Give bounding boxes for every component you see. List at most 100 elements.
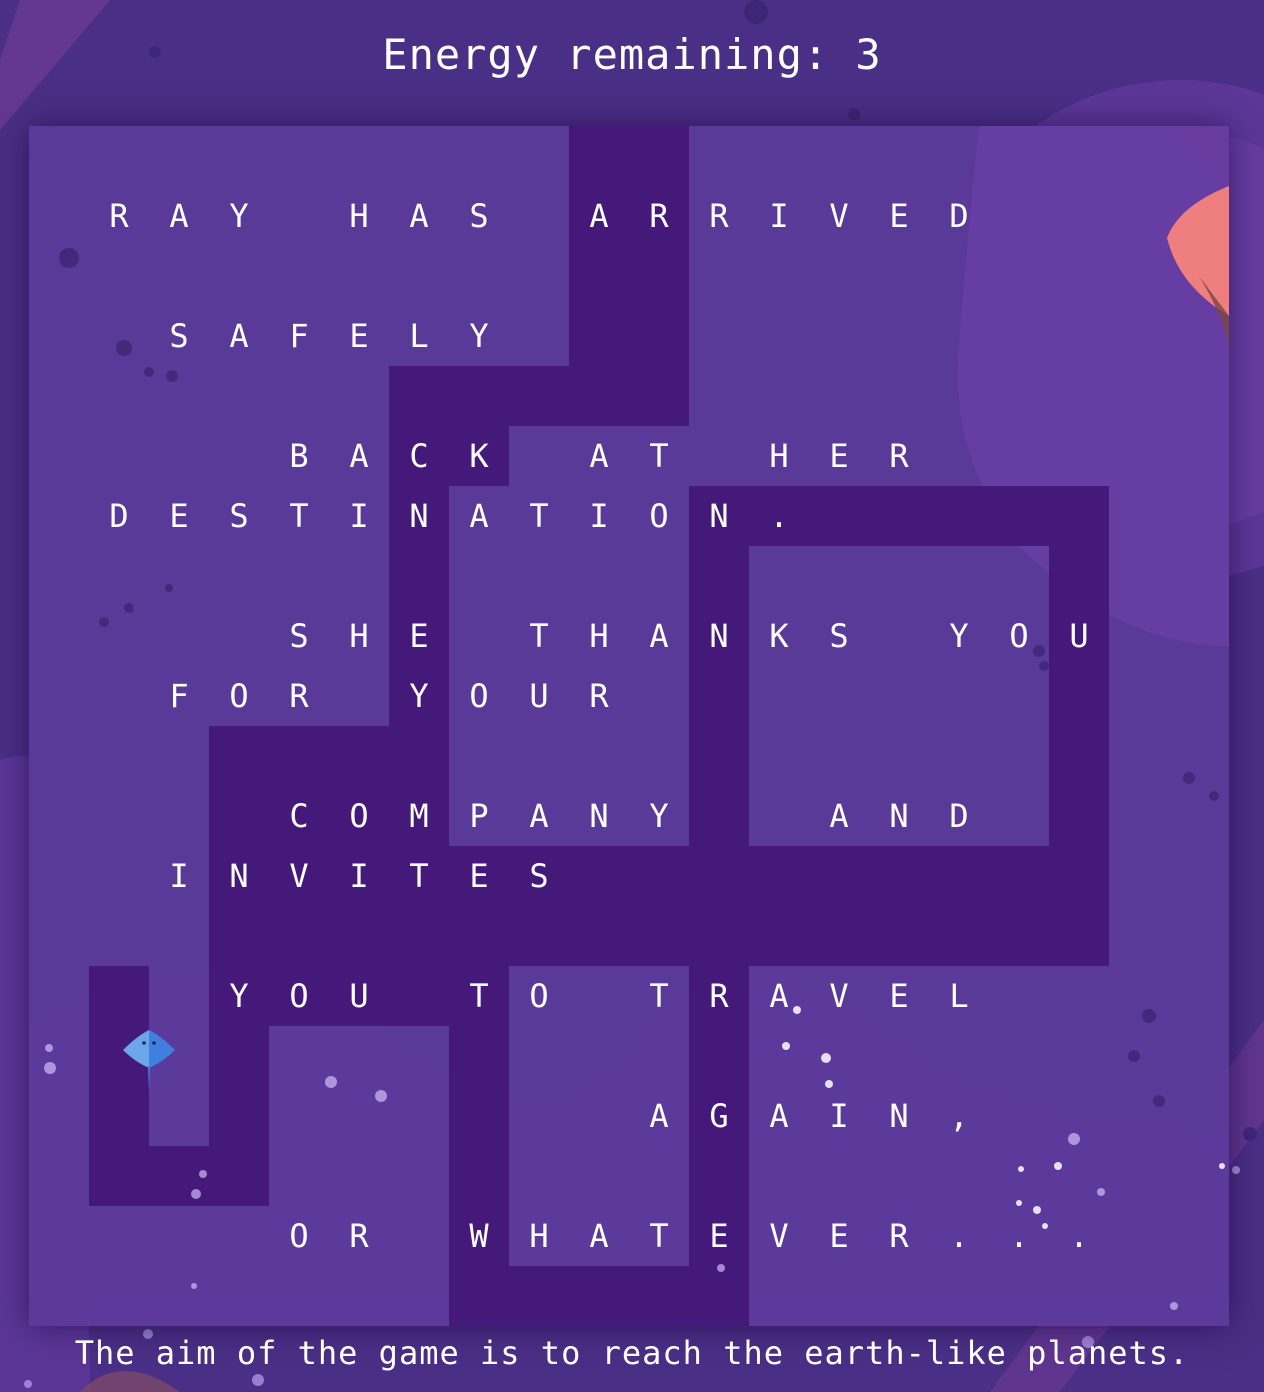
letter-cell[interactable]: E	[869, 966, 929, 1026]
letter-cell[interactable]: F	[149, 666, 209, 726]
letter-cell[interactable]: A	[629, 606, 689, 666]
letter-cell[interactable]: O	[449, 666, 509, 726]
letter-cell[interactable]: R	[689, 966, 749, 1026]
letter-cell[interactable]: I	[329, 846, 389, 906]
letter-cell[interactable]: Y	[629, 786, 689, 846]
letter-cell[interactable]: .	[989, 1206, 1049, 1266]
letter-cell[interactable]: T	[509, 606, 569, 666]
letter-cell[interactable]: A	[749, 966, 809, 1026]
letter-cell[interactable]: T	[449, 966, 509, 1026]
letter-cell[interactable]: N	[689, 486, 749, 546]
letter-cell[interactable]: T	[629, 1206, 689, 1266]
letter-cell[interactable]: A	[809, 786, 869, 846]
letter-cell[interactable]: E	[689, 1206, 749, 1266]
letter-cell[interactable]: E	[809, 1206, 869, 1266]
letter-cell[interactable]: A	[569, 426, 629, 486]
letter-cell[interactable]: N	[869, 786, 929, 846]
letter-cell[interactable]: E	[149, 486, 209, 546]
letter-cell[interactable]: E	[329, 306, 389, 366]
letter-cell[interactable]: S	[509, 846, 569, 906]
letter-cell[interactable]: R	[269, 666, 329, 726]
letter-cell[interactable]: S	[449, 186, 509, 246]
letter-cell[interactable]: U	[509, 666, 569, 726]
letter-cell[interactable]: .	[1049, 1206, 1109, 1266]
letter-cell[interactable]: R	[689, 186, 749, 246]
letter-cell[interactable]: N	[389, 486, 449, 546]
letter-cell[interactable]: T	[269, 486, 329, 546]
letter-cell[interactable]: A	[149, 186, 209, 246]
letter-cell[interactable]: Y	[209, 186, 269, 246]
letter-cell[interactable]: O	[989, 606, 1049, 666]
letter-cell[interactable]: H	[329, 606, 389, 666]
letter-cell[interactable]: Y	[449, 306, 509, 366]
letter-cell[interactable]: E	[869, 186, 929, 246]
letter-cell[interactable]: H	[569, 606, 629, 666]
letter-cell[interactable]: V	[809, 186, 869, 246]
letter-cell[interactable]: K	[449, 426, 509, 486]
letter-cell[interactable]: S	[209, 486, 269, 546]
letter-cell[interactable]: T	[389, 846, 449, 906]
letter-cell[interactable]: R	[869, 426, 929, 486]
letter-cell[interactable]: A	[569, 1206, 629, 1266]
letter-cell[interactable]: I	[329, 486, 389, 546]
letter-cell[interactable]: D	[929, 186, 989, 246]
letter-cell[interactable]: R	[869, 1206, 929, 1266]
letter-cell[interactable]: W	[449, 1206, 509, 1266]
letter-cell[interactable]: A	[509, 786, 569, 846]
letter-cell[interactable]: C	[389, 426, 449, 486]
letter-cell[interactable]: ,	[929, 1086, 989, 1146]
letter-cell[interactable]: U	[329, 966, 389, 1026]
letter-cell[interactable]: H	[749, 426, 809, 486]
letter-cell[interactable]: I	[569, 486, 629, 546]
letter-cell[interactable]: S	[809, 606, 869, 666]
letter-cell[interactable]: A	[449, 486, 509, 546]
letter-cell[interactable]: N	[209, 846, 269, 906]
letter-cell[interactable]: A	[209, 306, 269, 366]
letter-cell[interactable]: I	[149, 846, 209, 906]
letter-cell[interactable]: V	[269, 846, 329, 906]
letter-cell[interactable]: E	[389, 606, 449, 666]
letter-cell[interactable]: N	[569, 786, 629, 846]
letter-cell[interactable]: N	[689, 606, 749, 666]
letter-cell[interactable]: O	[629, 486, 689, 546]
letter-cell[interactable]: .	[929, 1206, 989, 1266]
game-board[interactable]: RAYHASARRIVEDSAFELYBACKATHERDESTINATION.…	[29, 126, 1229, 1326]
letter-cell[interactable]: .	[749, 486, 809, 546]
letter-cell[interactable]: B	[269, 426, 329, 486]
letter-cell[interactable]: R	[569, 666, 629, 726]
letter-cell[interactable]: K	[749, 606, 809, 666]
letter-cell[interactable]: I	[749, 186, 809, 246]
letter-cell[interactable]: R	[629, 186, 689, 246]
letter-cell[interactable]: V	[809, 966, 869, 1026]
letter-cell[interactable]: C	[269, 786, 329, 846]
letter-cell[interactable]: L	[929, 966, 989, 1026]
letter-cell[interactable]: E	[449, 846, 509, 906]
letter-cell[interactable]: F	[269, 306, 329, 366]
letter-cell[interactable]: N	[869, 1086, 929, 1146]
letter-cell[interactable]: G	[689, 1086, 749, 1146]
letter-cell[interactable]: S	[269, 606, 329, 666]
letter-cell[interactable]: D	[89, 486, 149, 546]
letter-cell[interactable]: A	[749, 1086, 809, 1146]
letter-cell[interactable]: O	[509, 966, 569, 1026]
letter-cell[interactable]: E	[809, 426, 869, 486]
letter-cell[interactable]: Y	[389, 666, 449, 726]
letter-cell[interactable]: D	[929, 786, 989, 846]
letter-cell[interactable]: A	[389, 186, 449, 246]
letter-cell[interactable]: L	[389, 306, 449, 366]
letter-cell[interactable]: M	[389, 786, 449, 846]
letter-cell[interactable]: P	[449, 786, 509, 846]
letter-cell[interactable]: U	[1049, 606, 1109, 666]
letter-cell[interactable]: A	[329, 426, 389, 486]
letter-cell[interactable]: A	[629, 1086, 689, 1146]
letter-cell[interactable]: T	[509, 486, 569, 546]
letter-cell[interactable]: R	[329, 1206, 389, 1266]
letter-cell[interactable]: H	[329, 186, 389, 246]
letter-cell[interactable]: A	[569, 186, 629, 246]
letter-cell[interactable]: O	[269, 1206, 329, 1266]
letter-cell[interactable]: V	[749, 1206, 809, 1266]
letter-cell[interactable]: R	[89, 186, 149, 246]
letter-cell[interactable]: I	[809, 1086, 869, 1146]
letter-cell[interactable]: T	[629, 966, 689, 1026]
letter-cell[interactable]: Y	[209, 966, 269, 1026]
